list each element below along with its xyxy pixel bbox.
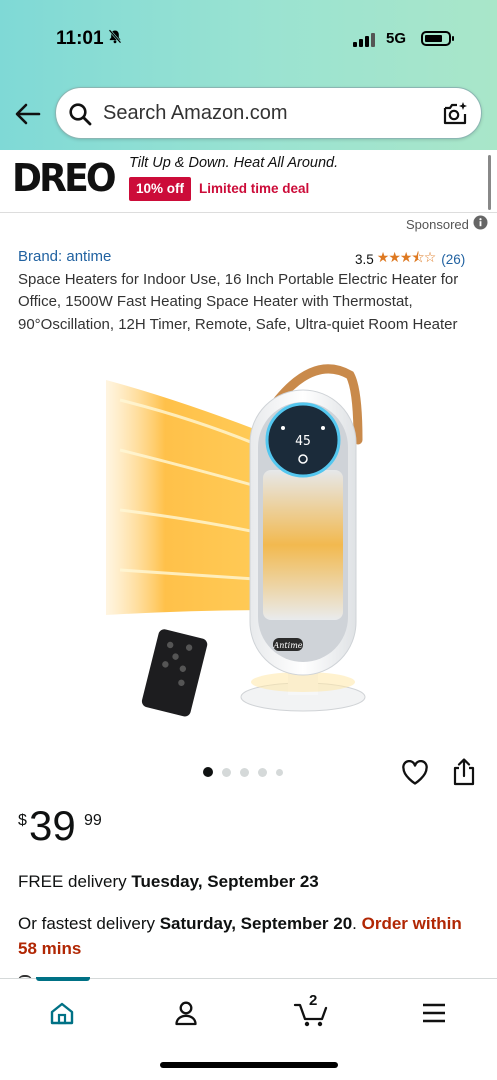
product-image[interactable]: 45 Antime: [100, 360, 400, 720]
image-pager[interactable]: [203, 767, 283, 777]
time-text: 11:01: [56, 28, 104, 49]
share-icon[interactable]: [451, 757, 477, 792]
fastest-delivery-date: Saturday, September 20: [159, 914, 353, 933]
price-currency: $: [18, 812, 27, 829]
pager-dot[interactable]: [203, 767, 213, 777]
heater-display-readout: 45: [295, 434, 311, 449]
back-arrow-icon[interactable]: [14, 100, 42, 128]
fastest-delivery-separator: .: [352, 914, 362, 933]
ad-tagline: Tilt Up & Down. Heat All Around.: [129, 155, 339, 171]
home-icon[interactable]: [37, 995, 87, 1031]
rating-summary[interactable]: 3.5 ★★★⯪☆ (26): [355, 247, 465, 271]
cart-count-badge: 2: [309, 992, 318, 1009]
bell-slash-icon: [108, 28, 122, 50]
battery-icon: [421, 31, 454, 46]
search-icon: [68, 102, 92, 131]
deal-label: Limited time deal: [199, 181, 310, 196]
free-delivery-date: Tuesday, September 23: [131, 872, 319, 891]
network-label: 5G: [386, 30, 407, 47]
brand-logo[interactable]: DREO: [12, 157, 117, 199]
banner-scrollbar: [488, 155, 491, 210]
info-icon[interactable]: [473, 215, 488, 233]
fastest-delivery-prefix: Or fastest delivery: [18, 914, 160, 933]
pager-dot[interactable]: [222, 767, 231, 777]
price-fraction: 99: [84, 812, 102, 829]
brand-link[interactable]: Brand: antime: [18, 248, 111, 265]
active-tab-indicator: [36, 977, 90, 981]
pager-dot[interactable]: [276, 768, 283, 776]
discount-badge: 10% off: [129, 177, 192, 201]
status-bar: 11:01 5G: [0, 0, 497, 80]
fastest-delivery-info: Or fastest delivery Saturday, September …: [18, 911, 478, 961]
free-delivery-info: FREE delivery Tuesday, September 23: [18, 872, 319, 892]
sponsored-text: Sponsored: [406, 216, 469, 232]
search-placeholder: Search Amazon.com: [103, 102, 288, 124]
status-time: 11:01: [56, 28, 122, 50]
search-input[interactable]: Search Amazon.com: [55, 87, 482, 139]
free-delivery-prefix: FREE delivery: [18, 872, 132, 891]
signal-icon: [353, 33, 375, 47]
home-indicator[interactable]: [160, 1062, 338, 1068]
cart-icon[interactable]: 2: [286, 992, 336, 1031]
pager-dot[interactable]: [258, 767, 267, 777]
rating-stars: ★★★⯪☆: [376, 249, 436, 265]
sponsored-label[interactable]: Sponsored: [406, 215, 488, 233]
account-icon[interactable]: [161, 995, 211, 1031]
product-title: Space Heaters for Indoor Use, 16 Inch Po…: [18, 271, 459, 333]
camera-icon[interactable]: [441, 100, 469, 133]
price-whole: 39: [29, 802, 76, 849]
menu-icon[interactable]: [409, 995, 459, 1031]
pager-dot[interactable]: [240, 767, 249, 777]
wishlist-heart-icon[interactable]: [401, 759, 429, 791]
heater-brand-mark: Antime: [272, 641, 302, 650]
review-count[interactable]: (26): [441, 252, 465, 267]
rating-value: 3.5: [355, 251, 374, 267]
